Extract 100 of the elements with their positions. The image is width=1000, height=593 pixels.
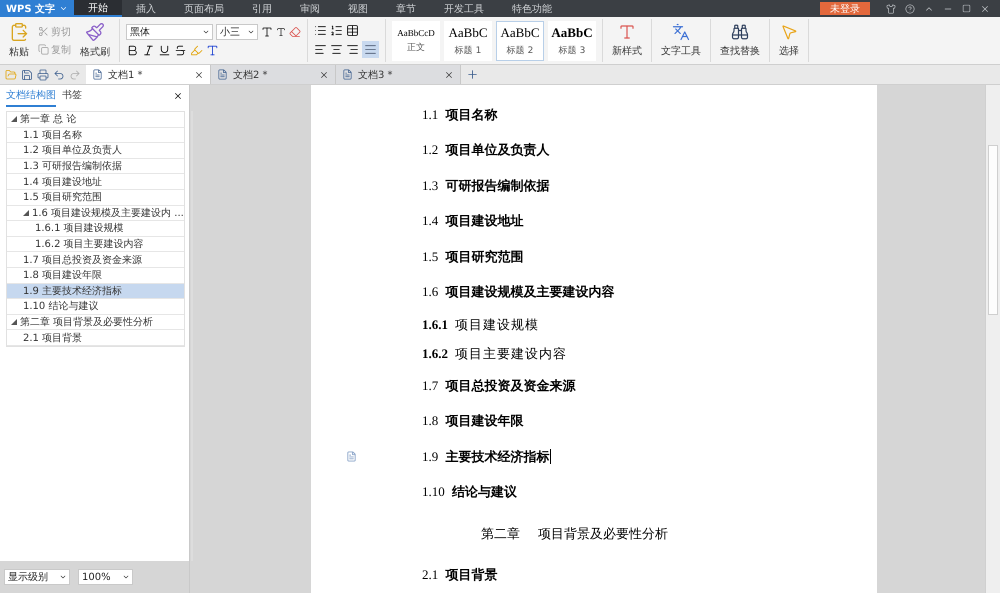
scrollbar[interactable] (190, 111, 193, 561)
paste-button[interactable]: 粘贴 (6, 22, 32, 59)
print-icon[interactable] (37, 68, 49, 80)
skin-icon[interactable] (886, 4, 896, 14)
paintbrush-icon (85, 22, 105, 42)
tab-label: 文档2 * (233, 68, 269, 82)
outline-item[interactable]: 1.10 结论与建议 (7, 299, 184, 315)
outline-item[interactable]: 1.6 项目建设规模及主要建设内 ... (7, 206, 184, 222)
scissors-icon (38, 26, 49, 37)
outline-item[interactable]: 1.9 主要技术经济指标 (7, 284, 184, 300)
menu-tab[interactable]: 页面布局 (170, 0, 238, 17)
format-painter-button[interactable]: 格式刷 (77, 22, 113, 59)
menu-tab[interactable]: 引用 (238, 0, 286, 17)
save-icon[interactable] (21, 68, 33, 80)
document-icon (342, 69, 353, 80)
level-select[interactable]: 显示级别 (4, 569, 70, 585)
style-preset[interactable]: AaBbC 标题 3 (548, 20, 596, 60)
document-tab[interactable]: 文档3 * (336, 65, 461, 84)
ribbon-tool-button[interactable]: 选择 (776, 23, 802, 58)
new-tab-icon[interactable] (466, 68, 479, 81)
outline-item[interactable]: 第二章 项目背景及必要性分析 (7, 314, 184, 330)
menu-tab[interactable]: 视图 (334, 0, 382, 17)
heading-number: 1.10 (422, 484, 445, 500)
tab-label: 文档3 * (358, 68, 394, 82)
app-menu-button[interactable]: WPS 文字 (0, 0, 74, 17)
outline-item[interactable]: 1.4 项目建设地址 (7, 174, 184, 190)
menu-tab[interactable]: 开始 (74, 0, 122, 17)
help-icon[interactable] (905, 4, 915, 14)
strikethrough-icon[interactable] (174, 44, 187, 57)
dropdown-icon (122, 573, 130, 581)
expand-icon[interactable] (11, 319, 17, 326)
outline-item[interactable]: 1.7 项目总投资及资金来源 (7, 252, 184, 268)
expand-icon[interactable] (23, 210, 29, 216)
heading-text: 项目主要建设内容 (455, 346, 567, 363)
outline-item[interactable]: 1.6.2 项目主要建设内容 (7, 236, 184, 252)
font-name-select[interactable]: 黑体 (126, 24, 213, 40)
restore-icon[interactable] (962, 4, 971, 13)
document-tab[interactable]: 文档2 * (211, 65, 336, 84)
menu-tab[interactable]: 章节 (382, 0, 430, 17)
font-size-select[interactable]: 小三 (216, 24, 258, 40)
align-center-icon[interactable] (330, 42, 343, 56)
close-icon[interactable] (173, 91, 183, 101)
shrink-font-icon[interactable] (276, 27, 286, 37)
heading-number: 1.6 (422, 284, 438, 300)
heading-text: 结论与建议 (452, 484, 517, 502)
tab-label: 文档1 * (108, 68, 144, 82)
justify-button[interactable] (362, 40, 379, 58)
outline-item[interactable]: 1.1 项目名称 (7, 128, 184, 144)
dropdown-icon (202, 28, 210, 36)
copy-icon (38, 44, 49, 55)
table-icon[interactable] (346, 24, 359, 36)
sidebar-tab[interactable]: 书签 (62, 85, 82, 107)
grow-font-icon[interactable] (261, 26, 273, 38)
italic-icon[interactable] (142, 44, 155, 57)
outline-item[interactable]: 1.3 可研报告编制依据 (7, 158, 184, 174)
heading-number: 1.4 (422, 213, 438, 230)
ribbon-tool-button[interactable]: 文字工具 (658, 23, 704, 58)
underline-icon[interactable] (158, 44, 171, 57)
close-icon[interactable] (980, 4, 990, 14)
zoom-select[interactable]: 100% (78, 569, 133, 585)
outline-item[interactable]: 第一章 总 论 (7, 112, 184, 128)
style-preset[interactable]: AaBbCcD 正文 (392, 20, 440, 60)
dropdown-icon (247, 28, 255, 36)
font-color-icon[interactable] (206, 44, 219, 57)
heading-text: 项目名称 (445, 106, 498, 124)
expand-icon[interactable] (11, 116, 17, 122)
eraser-icon[interactable] (289, 26, 301, 38)
document-tab[interactable]: 文档1 * (86, 65, 211, 84)
close-icon[interactable] (444, 70, 454, 80)
style-preset[interactable]: AaBbC 标题 1 (444, 20, 492, 60)
align-right-icon[interactable] (346, 42, 359, 56)
outline-item[interactable]: 1.5 项目研究范围 (7, 190, 184, 206)
align-left-icon[interactable] (314, 42, 327, 56)
close-icon[interactable] (194, 70, 204, 80)
heading-text: 项目背景 (445, 566, 498, 584)
undo-icon[interactable] (53, 68, 65, 80)
menu-tab[interactable]: 审阅 (286, 0, 334, 17)
style-preset[interactable]: AaBbC 标题 2 (496, 20, 544, 60)
sidebar-tab[interactable]: 文档结构图 (6, 85, 56, 107)
heading-text: 项目建设地址 (445, 213, 524, 230)
ribbon-tool-button[interactable]: 新样式 (609, 23, 645, 58)
outline-item[interactable]: 1.6.1 项目建设规模 (7, 221, 184, 237)
scrollbar[interactable] (985, 85, 1000, 593)
document-icon (92, 69, 103, 80)
outline-item[interactable]: 1.2 项目单位及负责人 (7, 143, 184, 159)
heading-number: 1.1 (422, 106, 438, 123)
close-icon[interactable] (319, 70, 329, 80)
numbered-list-icon[interactable] (330, 24, 343, 36)
heading-text: 项目研究范围 (445, 248, 524, 266)
outline-item[interactable]: 2.1 项目背景 (7, 330, 184, 346)
ribbon-tool-button[interactable]: 查找替换 (717, 23, 763, 58)
heading-number: 第二章 (481, 524, 520, 543)
heading-text: 项目单位及负责人 (445, 142, 550, 160)
menu-tab[interactable]: 开发工具 (430, 0, 498, 17)
menu-tab[interactable]: 特色功能 (498, 0, 566, 17)
dropdown-icon (59, 573, 67, 581)
bold-icon[interactable] (126, 44, 139, 57)
menu-tab[interactable]: 插入 (122, 0, 170, 17)
heading-number: 1.9 (422, 448, 438, 465)
document-icon[interactable] (346, 451, 357, 462)
